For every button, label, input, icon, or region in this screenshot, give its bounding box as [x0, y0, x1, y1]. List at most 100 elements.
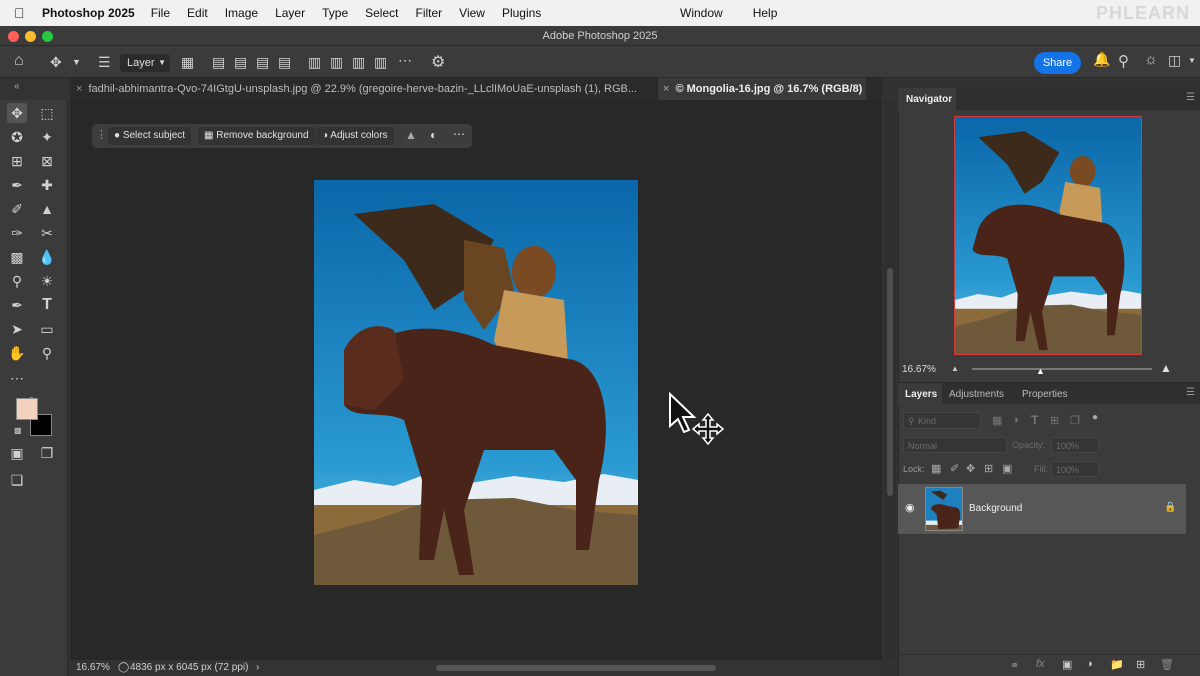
menu-layer[interactable]: Layer [275, 6, 305, 20]
chevron-down-icon[interactable]: ▼ [72, 57, 81, 67]
history-brush-tool-icon[interactable]: ✑ [7, 223, 27, 243]
fx-icon[interactable]: fx [1036, 658, 1045, 670]
distribute-vertical-icon[interactable]: ▥ [374, 54, 387, 71]
status-doc-info[interactable]: 4836 px x 6045 px (72 ppi) [130, 660, 248, 676]
clone-stamp-tool-icon[interactable]: ▲ [37, 199, 57, 219]
marquee-tool-icon[interactable]: ⬚ [37, 103, 57, 123]
lock-pixels-icon[interactable]: ✐ [950, 462, 959, 475]
trash-icon[interactable]: 🗑 [1160, 658, 1174, 671]
link-layers-icon[interactable]: ⚭ [1010, 659, 1019, 672]
collapse-toolbar-icon[interactable]: « [14, 81, 20, 92]
remove-background-button[interactable]: ▦ Remove background [198, 127, 315, 145]
frame-tool-icon[interactable]: ⊠ [37, 151, 57, 171]
panel-menu-icon[interactable]: ☰ [1186, 92, 1195, 103]
brush-tool-icon[interactable]: ✐ [7, 199, 27, 219]
close-tab-icon[interactable]: × [76, 83, 82, 95]
align-left-icon[interactable]: ▤ [212, 54, 225, 71]
search-icon[interactable]: ⚲ [1118, 52, 1129, 70]
default-colors-icon[interactable]: ▩ [14, 426, 22, 435]
transform-controls-icon[interactable]: ▦ [181, 54, 194, 71]
filter-type-icon[interactable]: T [1031, 413, 1038, 427]
app-menu[interactable]: Photoshop 2025 [42, 6, 135, 20]
align-top-icon[interactable]: ▥ [308, 54, 321, 71]
menu-select[interactable]: Select [365, 6, 398, 20]
more-tools-icon[interactable]: ⋯ [7, 368, 27, 388]
type-tool-icon[interactable]: T [37, 295, 57, 315]
close-tab-icon[interactable]: × [663, 83, 669, 95]
magic-wand-tool-icon[interactable]: ✦ [37, 127, 57, 147]
generative-expand-icon[interactable]: ❏ [7, 470, 27, 490]
distribute-horizontal-icon[interactable]: ▤ [278, 54, 291, 71]
more-options-icon[interactable]: ⋯ [453, 127, 465, 141]
gradient-tool-icon[interactable]: ▩ [7, 247, 27, 267]
menu-help[interactable]: Help [753, 6, 778, 20]
lightbulb-icon[interactable]: ☼ [1144, 51, 1158, 68]
filter-pixel-icon[interactable]: ▦ [992, 414, 1002, 427]
filter-smart-object-icon[interactable]: ❐ [1070, 414, 1080, 427]
zoom-tool-icon[interactable]: ⚲ [37, 343, 57, 363]
menu-file[interactable]: File [151, 6, 170, 20]
eraser-tool-icon[interactable]: ✂ [37, 223, 57, 243]
dodge-tool-icon[interactable]: ⚲ [7, 271, 27, 291]
lock-artboard-icon[interactable]: ⊞ [984, 462, 993, 475]
share-button[interactable]: Share [1034, 52, 1081, 74]
tab-properties[interactable]: Properties [1022, 389, 1068, 400]
fill-input[interactable]: 100% [1051, 461, 1099, 477]
workspace-icon[interactable]: ◫ [1168, 52, 1181, 69]
hand-tool-icon[interactable]: ✋ [7, 343, 27, 363]
menu-filter[interactable]: Filter [415, 6, 442, 20]
home-icon[interactable]: ⌂ [14, 52, 24, 70]
lock-all-icon[interactable]: ▣ [1002, 462, 1012, 475]
panel-menu-icon[interactable]: ☰ [1186, 387, 1195, 398]
rectangle-tool-icon[interactable]: ▭ [37, 319, 57, 339]
blend-mode-dropdown[interactable]: Normal [903, 437, 1007, 453]
new-layer-icon[interactable]: ⊞ [1136, 658, 1145, 671]
filter-kind-dropdown[interactable]: ⚲ Kind [903, 412, 981, 429]
vertical-scroll-thumb[interactable] [887, 268, 893, 496]
auto-select-dropdown[interactable]: Layer ▼ [120, 54, 170, 72]
status-zoom[interactable]: 16.67% [76, 660, 110, 676]
move-tool-icon[interactable]: ✥ [50, 54, 62, 71]
drag-handle-icon[interactable]: ⋮ [96, 128, 107, 141]
add-mask-icon[interactable]: ▣ [1062, 658, 1072, 671]
layer-name[interactable]: Background [969, 503, 1022, 514]
tab-adjustments[interactable]: Adjustments [949, 389, 1004, 400]
new-group-icon[interactable]: 📁 [1110, 658, 1124, 671]
close-window-button[interactable] [8, 31, 19, 42]
align-bottom-icon[interactable]: ▥ [352, 54, 365, 71]
tab-layers[interactable]: Layers [905, 389, 937, 400]
object-selection-tool-icon[interactable]: ✪ [7, 127, 27, 147]
chevron-right-icon[interactable]: › [256, 660, 259, 676]
navigator-tab[interactable]: Navigator [906, 94, 952, 105]
navigator-zoom-slider[interactable] [972, 368, 1152, 370]
lock-transparent-icon[interactable]: ▦ [931, 462, 941, 475]
eye-icon[interactable]: ◉ [905, 501, 915, 514]
menu-type[interactable]: Type [322, 6, 348, 20]
pen-options-icon[interactable]: ▲ [405, 128, 417, 142]
apple-icon[interactable]:  [14, 5, 36, 21]
tab-mongolia-document[interactable]: × © Mongolia-16.jpg @ 16.7% (RGB/8) [658, 78, 866, 100]
adjustment-layer-icon[interactable]: ◑ [1086, 658, 1093, 670]
minimize-window-button[interactable] [25, 31, 36, 42]
chevron-down-icon[interactable]: ▼ [1188, 56, 1196, 65]
filter-adjustment-icon[interactable]: ◑ [1012, 414, 1019, 426]
navigator-zoom-value[interactable]: 16.67% [902, 364, 936, 375]
blur-tool-icon[interactable]: 💧 [37, 247, 57, 267]
more-options-icon[interactable]: ⋯ [398, 52, 412, 69]
adjust-colors-button[interactable]: ◑ Adjust colors [316, 127, 394, 145]
contrast-icon[interactable]: ◐ [430, 128, 437, 142]
align-center-icon[interactable]: ▤ [234, 54, 247, 71]
menu-view[interactable]: View [459, 6, 485, 20]
zoom-out-icon[interactable]: ▲ [951, 364, 959, 373]
opacity-input[interactable]: 100% [1051, 437, 1099, 453]
bell-icon[interactable]: 🔔 [1093, 51, 1110, 68]
filter-shape-icon[interactable]: ⊞ [1050, 414, 1059, 427]
tab-fadhil-document[interactable]: × fadhil-abhimantra-Qvo-74IGtgU-unsplash.… [70, 78, 658, 100]
pen-tool-icon[interactable]: ✒ [7, 295, 27, 315]
zoom-window-button[interactable] [42, 31, 53, 42]
auto-select-layers-icon[interactable]: ☰ [98, 54, 111, 71]
filter-toggle-icon[interactable]: ● [1092, 412, 1098, 423]
smudge-tool-icon[interactable]: ☀ [37, 271, 57, 291]
align-middle-icon[interactable]: ▥ [330, 54, 343, 71]
move-tool-icon[interactable]: ✥ [7, 103, 27, 123]
